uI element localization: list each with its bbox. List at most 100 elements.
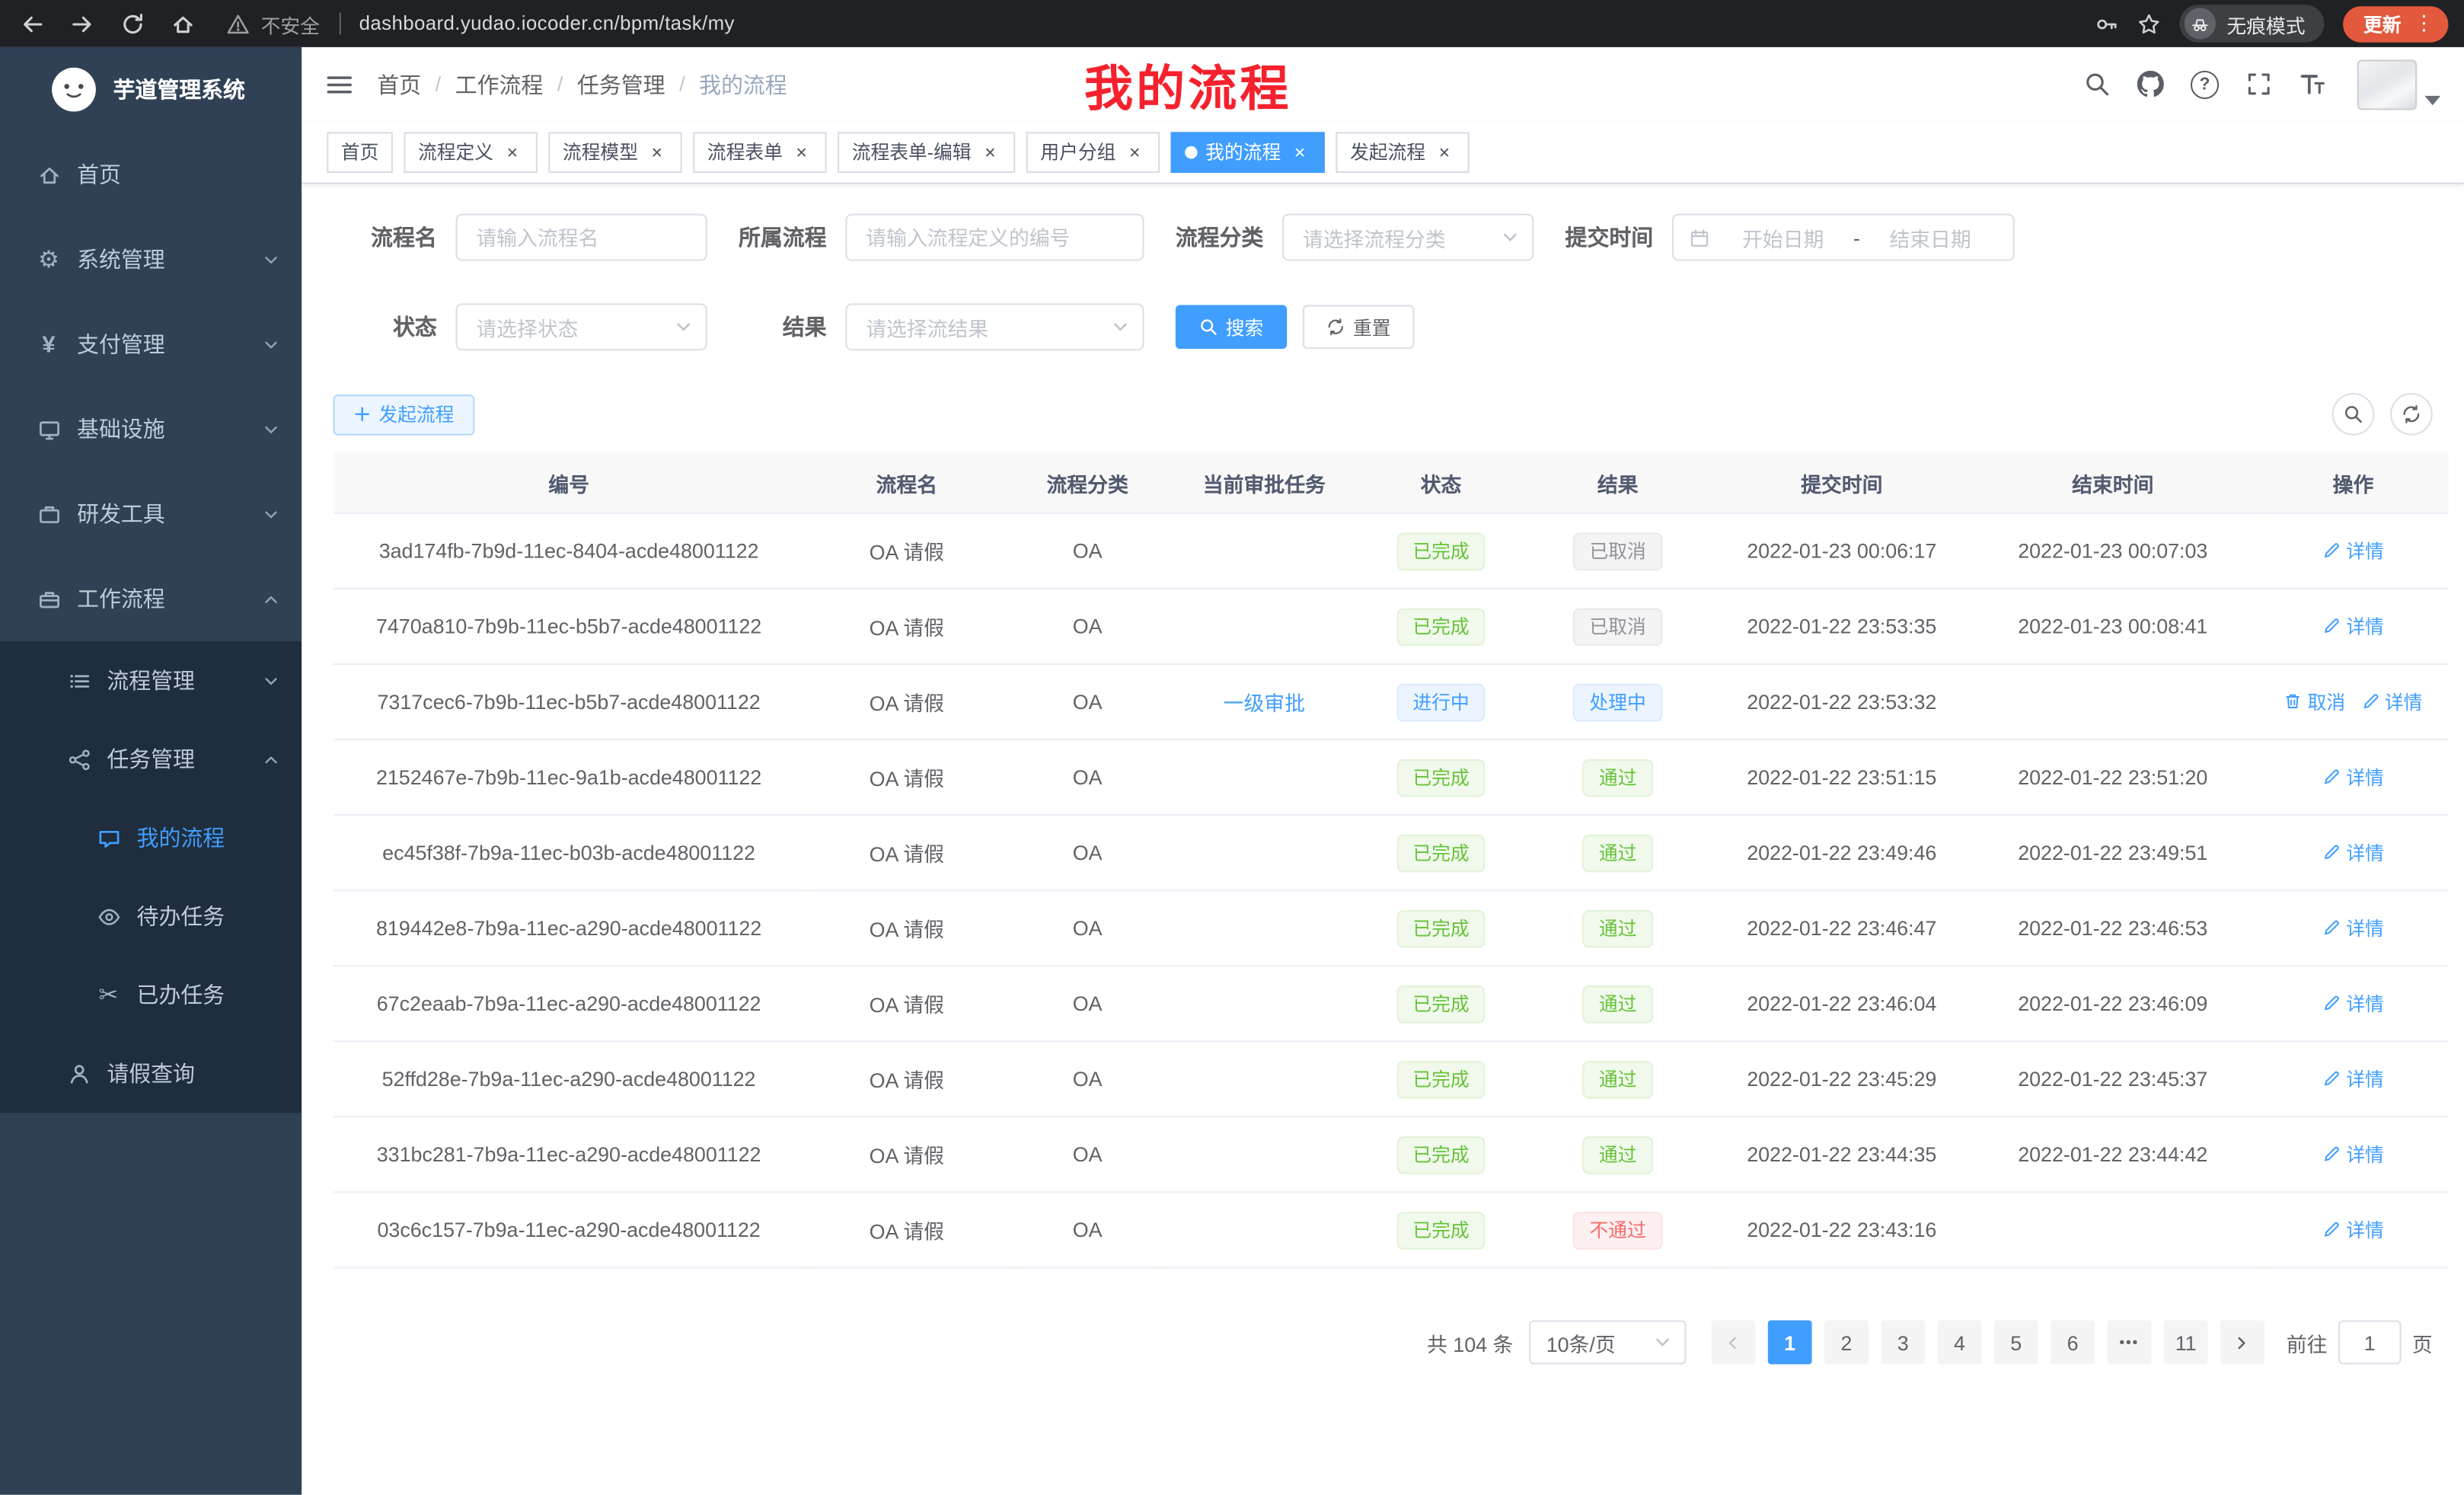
cancel-action-link[interactable]: 取消 [2284, 688, 2346, 714]
sidebar-item-todo-tasks[interactable]: 待办任务 [0, 877, 302, 956]
search-button[interactable]: 搜索 [1176, 305, 1288, 349]
process-name-input[interactable] [458, 216, 706, 260]
browser-forward-icon[interactable] [71, 11, 94, 35]
result-select[interactable]: 请选择流结果 [845, 303, 1144, 350]
detail-action-link[interactable]: 详情 [2322, 1065, 2384, 1092]
sidebar-item-my-processes[interactable]: 我的流程 [0, 798, 302, 877]
browser-reload-icon[interactable] [121, 11, 145, 35]
chevron-left-icon [1725, 1334, 1742, 1351]
page-button-1[interactable]: 1 [1768, 1321, 1812, 1365]
browser-home-icon[interactable] [171, 11, 195, 35]
password-key-icon[interactable] [2095, 11, 2118, 35]
cell-actions[interactable]: 详情 [2258, 1116, 2449, 1192]
detail-action-link[interactable]: 详情 [2322, 990, 2384, 1017]
font-size-icon[interactable] [2299, 71, 2325, 97]
search-icon[interactable] [2084, 71, 2111, 97]
submit-time-range-picker[interactable]: 开始日期 - 结束日期 [1672, 214, 2015, 261]
chevron-down-icon [1653, 1333, 1672, 1352]
next-page-button[interactable] [2220, 1321, 2265, 1365]
browser-update-button[interactable]: 更新 ⋮ [2343, 5, 2448, 41]
jump-page-input[interactable] [2338, 1321, 2402, 1365]
tab-首页[interactable]: 首页 [327, 131, 393, 172]
breadcrumb-item-task-management[interactable]: 任务管理 [577, 69, 665, 100]
cell-actions[interactable]: 详情 [2258, 966, 2449, 1041]
process-def-input[interactable] [847, 216, 1142, 260]
help-icon[interactable]: ? [2191, 70, 2219, 98]
cell-actions[interactable]: 详情 [2258, 1041, 2449, 1116]
sidebar-item-dev-tools[interactable]: 研发工具 [0, 471, 302, 556]
status-select[interactable]: 请选择状态 [456, 303, 707, 350]
cell-actions[interactable]: 详情 [2258, 815, 2449, 890]
detail-action-link[interactable]: 详情 [2322, 915, 2384, 941]
detail-action-link[interactable]: 详情 [2322, 763, 2384, 790]
tab-流程表单[interactable]: 流程表单× [693, 131, 826, 172]
tab-close-icon[interactable]: × [1124, 141, 1146, 163]
tab-用户分组[interactable]: 用户分组× [1026, 131, 1160, 172]
cell-category: OA [1009, 1041, 1166, 1116]
detail-action-link[interactable]: 详情 [2322, 612, 2384, 639]
cell-category: OA [1009, 1192, 1166, 1267]
cell-actions[interactable]: 详情 [2258, 1192, 2449, 1267]
sidebar-item-done-tasks[interactable]: ✂ 已办任务 [0, 956, 302, 1034]
tab-流程定义[interactable]: 流程定义× [404, 131, 537, 172]
github-icon[interactable] [2137, 71, 2164, 97]
create-process-button[interactable]: 发起流程 [334, 394, 475, 435]
page-button-6[interactable]: 6 [2051, 1321, 2095, 1365]
reset-button[interactable]: 重置 [1303, 305, 1415, 349]
sidebar-item-system-management[interactable]: ⚙ 系统管理 [0, 217, 302, 302]
detail-action-link[interactable]: 详情 [2322, 537, 2384, 564]
page-button-4[interactable]: 4 [1938, 1321, 1982, 1365]
sidebar-item-task-management[interactable]: 任务管理 [0, 720, 302, 798]
tab-close-icon[interactable]: × [979, 141, 1001, 163]
cell-actions[interactable]: 详情 [2258, 589, 2449, 664]
tab-流程表单-编辑[interactable]: 流程表单-编辑× [838, 131, 1015, 172]
page-more-button[interactable]: ••• [2107, 1321, 2151, 1365]
result-tag: 通过 [1583, 909, 1652, 947]
page-button-2[interactable]: 2 [1824, 1321, 1869, 1365]
bookmark-star-icon[interactable] [2137, 11, 2161, 35]
detail-action-link[interactable]: 详情 [2361, 688, 2423, 714]
tab-close-icon[interactable]: × [646, 141, 668, 163]
cell-actions[interactable]: 取消详情 [2258, 664, 2449, 740]
page-button-11[interactable]: 11 [2164, 1321, 2208, 1365]
tab-close-icon[interactable]: × [501, 141, 523, 163]
sidebar-item-workflow[interactable]: 工作流程 [0, 557, 302, 641]
detail-action-link[interactable]: 详情 [2322, 1216, 2384, 1243]
browser-back-icon[interactable] [21, 11, 44, 35]
sidebar-item-infrastructure[interactable]: 基础设施 [0, 387, 302, 471]
cell-actions[interactable]: 详情 [2258, 740, 2449, 815]
toggle-search-button[interactable] [2332, 393, 2375, 436]
tab-发起流程[interactable]: 发起流程× [1336, 131, 1469, 172]
sidebar-toggle-icon[interactable] [325, 70, 353, 98]
sidebar-item-process-management[interactable]: 流程管理 [0, 641, 302, 720]
detail-action-link[interactable]: 详情 [2322, 839, 2384, 866]
page-button-3[interactable]: 3 [1881, 1321, 1925, 1365]
sidebar-item-leave-query[interactable]: 请假查询 [0, 1034, 302, 1113]
breadcrumb-item-workflow[interactable]: 工作流程 [455, 69, 544, 100]
user-avatar[interactable] [2357, 59, 2440, 109]
sidebar: 芋道管理系统 首页 ⚙ 系统管理 ¥ 支付管理 基础设施 [0, 47, 302, 1495]
page-size-select[interactable]: 10条/页 [1529, 1321, 1686, 1365]
prev-page-button[interactable] [1711, 1321, 1755, 1365]
category-select[interactable]: 请选择流程分类 [1282, 214, 1534, 261]
cell-actions[interactable]: 详情 [2258, 513, 2449, 589]
tab-close-icon[interactable]: × [790, 141, 812, 163]
tab-close-icon[interactable]: × [1433, 141, 1455, 163]
detail-action-link[interactable]: 详情 [2322, 1141, 2384, 1168]
cell-actions[interactable]: 详情 [2258, 890, 2449, 966]
current-task-link[interactable]: 一级审批 [1224, 687, 1305, 717]
refresh-table-button[interactable] [2390, 393, 2433, 436]
page-button-5[interactable]: 5 [1994, 1321, 2038, 1365]
sidebar-item-payment-management[interactable]: ¥ 支付管理 [0, 302, 302, 386]
breadcrumb-item-home[interactable]: 首页 [377, 69, 421, 100]
sidebar-item-home[interactable]: 首页 [0, 132, 302, 216]
fullscreen-icon[interactable] [2245, 71, 2272, 97]
tab-我的流程[interactable]: 我的流程× [1171, 131, 1325, 172]
tab-流程模型[interactable]: 流程模型× [548, 131, 681, 172]
tab-close-icon[interactable]: × [1289, 141, 1311, 163]
col-header-category: 流程分类 [1009, 452, 1166, 513]
browser-menu-icon[interactable]: ⋮ [2414, 11, 2434, 36]
create-process-label: 发起流程 [378, 401, 454, 427]
status-tag: 已完成 [1397, 532, 1486, 570]
address-bar[interactable]: 不安全 dashboard.yudao.iocoder.cn/bpm/task/… [226, 8, 735, 38]
